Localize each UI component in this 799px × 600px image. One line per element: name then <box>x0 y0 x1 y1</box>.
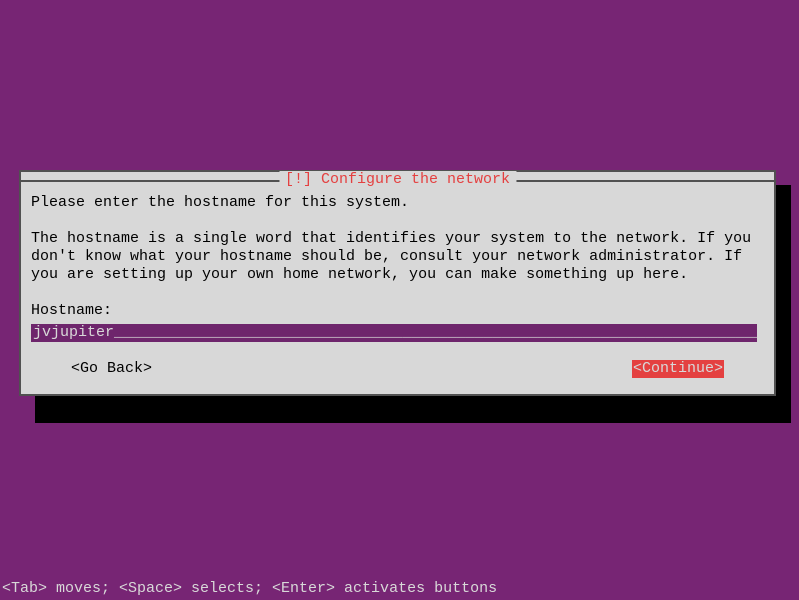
dialog-title-text: Configure the network <box>321 171 510 188</box>
hostname-input[interactable]: jvjupiter_______________________________… <box>31 324 757 342</box>
configure-network-dialog: [!] Configure the network Please enter t… <box>19 170 776 396</box>
dialog-title-border: [!] Configure the network <box>21 180 774 182</box>
continue-button[interactable]: <Continue> <box>632 360 724 378</box>
dialog-title-prefix: [!] <box>285 171 312 188</box>
dialog-title: [!] Configure the network <box>279 171 516 189</box>
footer-help-text: <Tab> moves; <Space> selects; <Enter> ac… <box>2 580 497 598</box>
description-text: The hostname is a single word that ident… <box>31 230 764 284</box>
input-fill: ________________________________________… <box>114 324 757 341</box>
instruction-text: Please enter the hostname for this syste… <box>31 194 764 212</box>
hostname-value: jvjupiter <box>33 324 114 341</box>
hostname-label: Hostname: <box>31 302 764 320</box>
dialog-content: Please enter the hostname for this syste… <box>21 182 774 394</box>
button-row: <Go Back> <Continue> <box>31 360 764 384</box>
go-back-button[interactable]: <Go Back> <box>71 360 152 378</box>
